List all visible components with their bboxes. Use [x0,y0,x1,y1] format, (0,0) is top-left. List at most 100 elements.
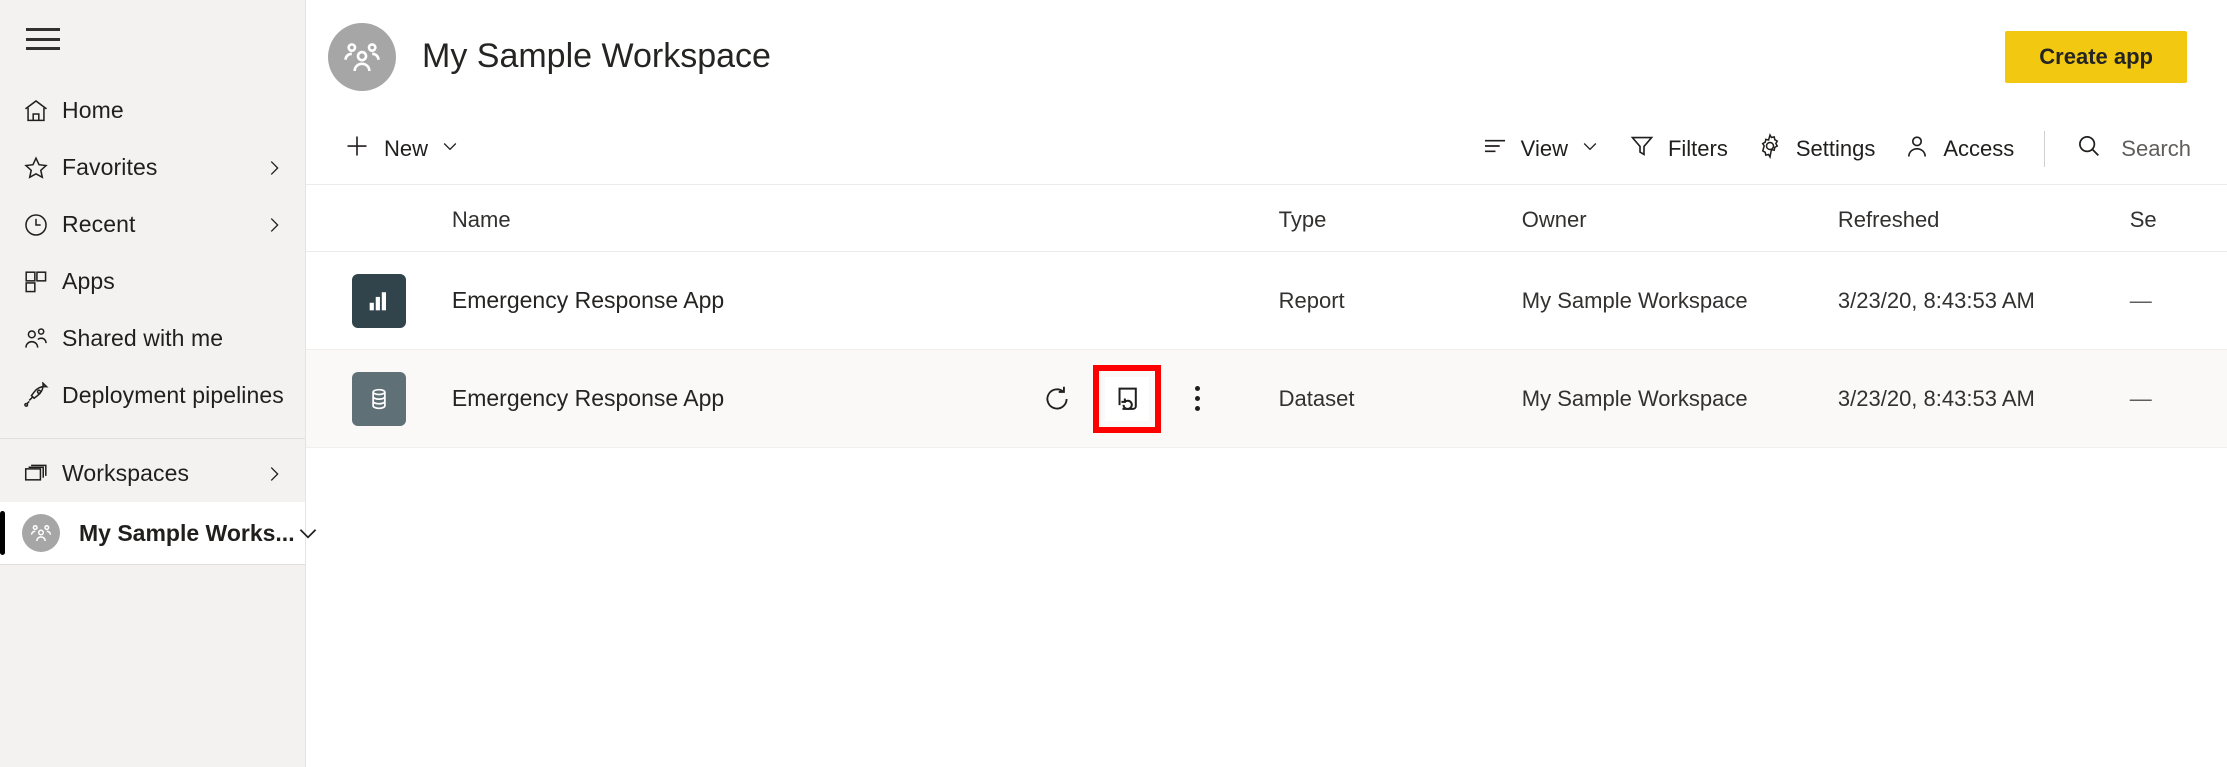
sidebar-item-current-workspace[interactable]: My Sample Works... [0,502,316,564]
item-sensitivity-label: — [2129,385,2152,411]
item-owner-label: My Sample Workspace [1521,385,1748,411]
item-refreshed-label: 3/23/20, 8:43:53 AM [1837,385,2035,411]
row-actions-cell [1035,251,1279,350]
filters-button[interactable]: Filters [1614,123,1742,175]
table-row[interactable]: Emergency Response App Report My Sample … [306,251,2227,350]
sidebar-item-favorites[interactable]: Favorites [0,139,305,196]
workspace-avatar-icon [22,514,60,552]
sidebar-item-home[interactable]: Home [0,82,305,139]
sidebar-item-recent[interactable]: Recent [0,196,305,253]
item-sensitivity-label: — [2129,287,2152,313]
apps-grid-icon [22,268,62,296]
row-owner-cell: My Sample Workspace [1521,251,1838,350]
chevron-right-icon[interactable] [263,214,285,236]
table-header-row: Name Type Owner Refreshed Se [306,185,2227,252]
sidebar-item-label: Apps [62,268,115,294]
filters-button-label: Filters [1667,135,1728,161]
row-actions-cell [1035,349,1279,448]
hamburger-menu-icon[interactable] [26,28,60,50]
plus-icon [342,131,372,166]
row-owner-cell: My Sample Workspace [1521,349,1838,448]
power-bi-workspace-page: Home Favorites Recent Apps Shared with m… [0,0,2227,767]
rocket-icon [22,381,62,410]
row-sensitivity-cell: — [2129,349,2227,448]
sidebar-item-label: Workspaces [62,460,190,486]
column-header-owner[interactable]: Owner [1521,185,1838,252]
access-button-label: Access [1943,135,2015,161]
toolbar-separator [2044,130,2046,167]
command-toolbar: New View Filters Settings Access Search [306,113,2227,185]
sidebar-bottom-divider [0,564,305,565]
column-header-sensitivity[interactable]: Se [2129,185,2227,252]
refresh-now-icon[interactable] [1035,377,1079,421]
left-navigation-sidebar: Home Favorites Recent Apps Shared with m… [0,0,316,767]
row-name-cell[interactable]: Emergency Response App [451,349,1036,448]
table-row[interactable]: Emergency Response App Dataset My Sample… [306,349,2227,448]
column-header-actions [1035,185,1279,252]
page-title: My Sample Workspace [422,37,771,75]
settings-button-label: Settings [1795,135,1876,161]
person-icon [1903,132,1931,165]
workspace-header: My Sample Workspace Create app [306,0,2227,113]
gear-icon [1756,132,1784,165]
settings-button[interactable]: Settings [1742,123,1890,175]
chevron-down-icon [440,136,460,161]
search-input[interactable]: Search [2061,123,2205,175]
sidebar-nav-list: Home Favorites Recent Apps Shared with m… [0,78,305,424]
star-icon [22,154,62,182]
report-barchart-icon [351,273,406,328]
menu-toggle-row [0,0,305,78]
row-refreshed-cell: 3/23/20, 8:43:53 AM [1837,349,2130,448]
item-type-label: Report [1278,287,1345,313]
sidebar-item-label: Home [62,97,124,123]
item-owner-label: My Sample Workspace [1521,287,1748,313]
current-workspace-label: My Sample Works... [79,519,295,546]
sidebar-item-shared-with-me[interactable]: Shared with me [0,310,305,367]
sidebar-divider [0,438,305,439]
column-header-refreshed[interactable]: Refreshed [1837,185,2130,252]
column-header-type[interactable]: Type [1278,185,1522,252]
workspace-group-icon [328,22,396,91]
view-button[interactable]: View [1467,123,1614,175]
item-refreshed-label: 3/23/20, 8:43:53 AM [1837,287,2035,313]
sidebar-item-label: Shared with me [62,325,224,351]
row-icon-cell [306,251,452,350]
chevron-right-icon[interactable] [263,157,285,179]
row-type-cell: Report [1278,251,1522,350]
new-button[interactable]: New [328,123,474,175]
search-icon [2075,132,2103,165]
row-type-cell: Dataset [1278,349,1522,448]
more-options-icon[interactable] [1175,377,1219,421]
access-button[interactable]: Access [1889,123,2028,175]
column-header-spacer [306,185,452,252]
row-name-cell[interactable]: Emergency Response App [451,251,1036,350]
stack-icon [22,460,62,488]
chevron-down-icon [1580,136,1600,161]
column-header-name[interactable]: Name [451,185,1036,252]
create-app-button[interactable]: Create app [2005,30,2187,83]
content-list-table: Name Type Owner Refreshed Se Emergency R… [306,185,2227,767]
main-content-area: My Sample Workspace Create app New View … [306,0,2227,767]
sidebar-item-label: Deployment pipelines [62,382,284,408]
item-name-label: Emergency Response App [451,385,725,411]
people-icon [22,325,62,353]
sidebar-item-workspaces[interactable]: Workspaces [0,445,305,502]
sidebar-item-label: Favorites [62,154,158,180]
new-button-label: New [384,135,429,161]
schedule-refresh-icon[interactable] [1093,364,1162,433]
item-name-label: Emergency Response App [451,287,725,313]
item-type-label: Dataset [1278,385,1355,411]
row-sensitivity-cell: — [2129,251,2227,350]
clock-icon [22,211,62,239]
sidebar-item-apps[interactable]: Apps [0,253,305,310]
view-button-label: View [1520,135,1568,161]
chevron-right-icon[interactable] [263,463,285,485]
dataset-database-icon [351,371,406,426]
filter-funnel-icon [1628,132,1656,165]
sidebar-item-deployment-pipelines[interactable]: Deployment pipelines [0,367,305,424]
row-refreshed-cell: 3/23/20, 8:43:53 AM [1837,251,2130,350]
home-icon [22,97,62,125]
view-list-icon [1481,132,1509,165]
row-icon-cell [306,349,452,448]
search-placeholder: Search [2121,135,2191,161]
